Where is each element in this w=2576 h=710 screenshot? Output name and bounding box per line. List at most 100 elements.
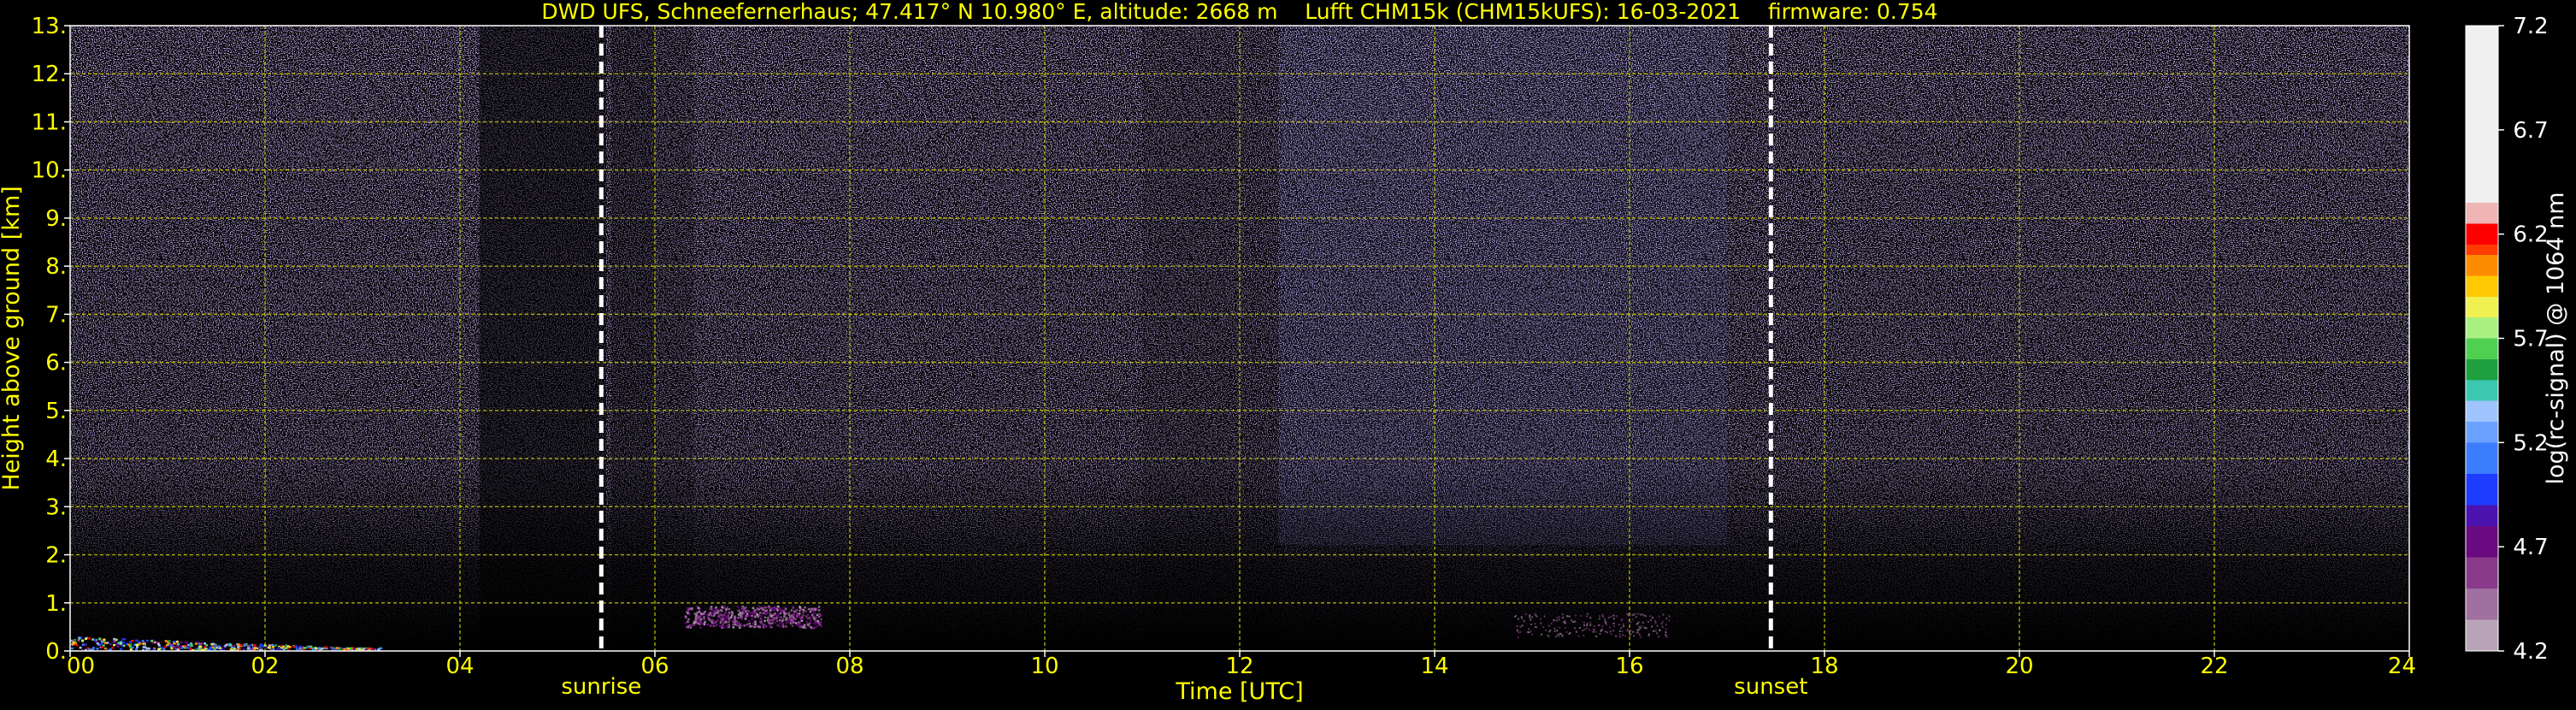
afternoon-patch	[1668, 615, 1671, 618]
aerosol-patch	[785, 625, 787, 628]
aerosol-patch	[691, 607, 693, 611]
ground-return	[184, 645, 187, 648]
aerosol-patch	[704, 610, 706, 613]
ground-return	[194, 642, 197, 645]
afternoon-patch	[1586, 624, 1589, 626]
aerosol-patch	[769, 625, 772, 629]
aerosol-patch	[700, 618, 703, 621]
ground-return	[229, 648, 233, 651]
x-tick-label: 24	[2388, 654, 2416, 679]
aerosol-patch	[762, 608, 764, 611]
aerosol-patch	[711, 621, 714, 624]
ground-return	[295, 645, 298, 648]
aerosol-patch	[752, 606, 755, 610]
ground-return	[85, 643, 88, 646]
ground-return	[180, 641, 183, 644]
ground-return	[96, 642, 99, 645]
ground-return	[144, 646, 147, 648]
afternoon-patch	[1544, 629, 1547, 631]
aerosol-patch	[717, 615, 721, 618]
ground-return	[306, 646, 309, 648]
afternoon-patch	[1574, 627, 1577, 630]
ground-return	[157, 648, 161, 650]
aerosol-patch	[781, 623, 785, 626]
ground-return	[131, 640, 134, 642]
aerosol-patch	[722, 618, 726, 622]
ground-return	[88, 636, 91, 640]
afternoon-patch	[1559, 626, 1561, 629]
aerosol-patch	[710, 624, 712, 627]
afternoon-patch	[1656, 624, 1659, 627]
afternoon-patch	[1652, 630, 1654, 632]
afternoon-patch	[1566, 615, 1569, 618]
afternoon-patch	[1623, 624, 1625, 627]
afternoon-patch	[1636, 631, 1638, 634]
afternoon-patch	[1612, 614, 1615, 617]
afternoon-patch	[1665, 618, 1668, 620]
ground-return	[309, 645, 313, 648]
afternoon-patch	[1583, 635, 1585, 637]
aerosol-patch	[802, 614, 805, 617]
ground-return	[127, 643, 131, 647]
aerosol-patch	[756, 607, 759, 610]
ground-return	[172, 645, 175, 648]
afternoon-patch	[1612, 630, 1615, 632]
afternoon-patch	[1612, 624, 1615, 627]
ground-return	[250, 644, 253, 647]
aerosol-patch	[734, 615, 736, 618]
aerosol-patch	[722, 626, 725, 629]
afternoon-patch	[1565, 630, 1568, 633]
aerosol-patch	[791, 624, 794, 627]
afternoon-patch	[1589, 621, 1592, 624]
ground-return	[228, 642, 232, 646]
afternoon-patch	[1562, 620, 1565, 623]
aerosol-patch	[793, 613, 796, 617]
aerosol-patch	[725, 617, 728, 619]
afternoon-patch	[1543, 615, 1546, 618]
aerosol-patch	[779, 610, 782, 612]
aerosol-patch	[721, 614, 723, 617]
ground-return	[272, 646, 275, 648]
aerosol-patch	[723, 606, 726, 609]
noise-band-bright	[1278, 26, 1727, 546]
afternoon-patch	[1645, 627, 1648, 630]
afternoon-patch	[1637, 612, 1640, 615]
afternoon-patch	[1665, 628, 1667, 630]
aerosol-patch	[814, 607, 817, 611]
ground-return	[84, 637, 87, 640]
ground-return	[96, 648, 99, 650]
ground-return	[330, 646, 333, 649]
aerosol-patch	[753, 625, 756, 629]
afternoon-patch	[1629, 633, 1631, 636]
ground-return	[100, 646, 103, 648]
ground-return	[115, 638, 118, 642]
aerosol-patch	[816, 613, 819, 617]
aerosol-patch	[816, 624, 819, 628]
y-tick-label: 2.	[45, 543, 67, 569]
afternoon-patch	[1550, 622, 1553, 624]
aerosol-patch	[802, 611, 805, 614]
afternoon-patch	[1571, 619, 1573, 622]
afternoon-patch	[1549, 630, 1552, 632]
afternoon-patch	[1582, 630, 1584, 632]
aerosol-patch	[811, 608, 814, 611]
aerosol-patch	[737, 613, 740, 616]
aerosol-patch	[749, 614, 752, 617]
event-label-sunrise: sunrise	[561, 674, 641, 700]
aerosol-patch	[756, 615, 759, 618]
aerosol-patch	[756, 609, 758, 612]
afternoon-patch	[1659, 629, 1661, 631]
aerosol-patch	[743, 624, 746, 627]
aerosol-patch	[759, 619, 763, 622]
aerosol-patch	[773, 606, 776, 609]
aerosol-patch	[784, 607, 787, 611]
ground-return	[81, 643, 85, 646]
afternoon-patch	[1583, 628, 1586, 630]
afternoon-patch	[1642, 621, 1644, 624]
aerosol-patch	[728, 612, 731, 614]
ground-return	[151, 642, 155, 644]
ground-return	[292, 645, 296, 648]
aerosol-patch	[699, 612, 703, 615]
ground-return	[277, 647, 280, 649]
ground-return	[298, 645, 302, 648]
